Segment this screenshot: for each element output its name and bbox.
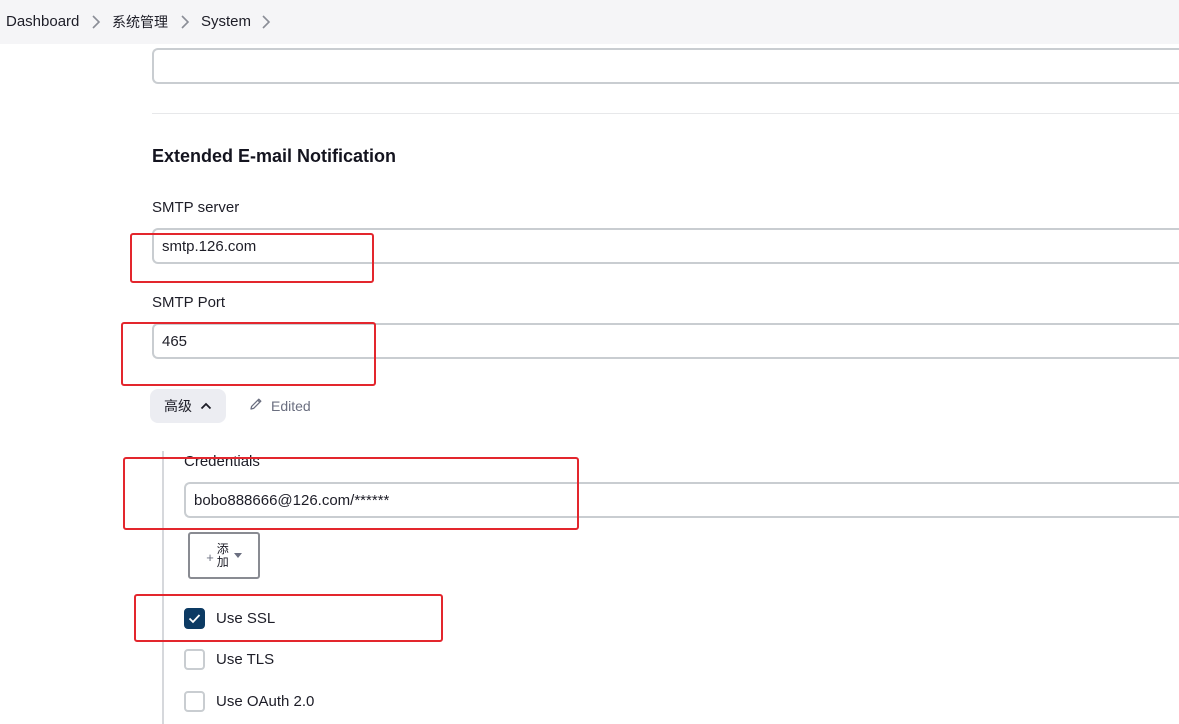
- advanced-toggle-button[interactable]: 高级: [150, 389, 226, 423]
- use-tls-checkbox[interactable]: [184, 649, 205, 670]
- pencil-icon: [248, 396, 264, 415]
- breadcrumb-item-manage[interactable]: 系统管理: [112, 12, 168, 32]
- smtp-server-label: SMTP server: [152, 199, 240, 216]
- breadcrumb-item-system[interactable]: System: [201, 12, 251, 32]
- use-ssl-label: Use SSL: [216, 609, 276, 627]
- edited-indicator: Edited: [248, 396, 311, 415]
- breadcrumb-item-dashboard[interactable]: Dashboard: [6, 12, 79, 32]
- advanced-button-label: 高级: [164, 398, 192, 414]
- caret-down-icon: [233, 553, 242, 558]
- smtp-server-value: smtp.126.com: [162, 237, 257, 255]
- section-title: Extended E-mail Notification: [152, 146, 397, 166]
- use-ssl-option[interactable]: Use SSL: [184, 608, 275, 629]
- section-divider: [152, 113, 1179, 114]
- use-oauth-option[interactable]: Use OAuth 2.0: [184, 691, 314, 712]
- advanced-panel-border: [162, 451, 164, 724]
- chevron-right-icon: [259, 13, 273, 31]
- add-credentials-button[interactable]: + 添加: [188, 532, 260, 579]
- use-ssl-checkbox[interactable]: [184, 608, 205, 629]
- jenkins-system-config-page: Dashboard 系统管理 System Extended E-mail No…: [0, 0, 1179, 724]
- highlight-use-ssl: [134, 594, 443, 642]
- credentials-select[interactable]: bobo888666@126.com/******: [184, 482, 1179, 518]
- plus-icon: +: [206, 550, 214, 565]
- credentials-value: bobo888666@126.com/******: [194, 491, 390, 509]
- smtp-port-value: 465: [162, 332, 188, 350]
- chevron-right-icon: [178, 13, 192, 31]
- chevron-right-icon: [89, 13, 103, 31]
- breadcrumb: Dashboard 系统管理 System: [0, 0, 1179, 44]
- previous-section-input[interactable]: [152, 48, 1179, 84]
- check-icon: [188, 614, 201, 624]
- use-oauth-label: Use OAuth 2.0: [216, 692, 315, 710]
- smtp-server-input[interactable]: smtp.126.com: [152, 228, 1179, 264]
- credentials-label: Credentials: [184, 453, 260, 470]
- chevron-up-icon: [200, 398, 212, 414]
- smtp-port-input[interactable]: 465: [152, 323, 1179, 359]
- use-tls-option[interactable]: Use TLS: [184, 649, 274, 670]
- add-button-label: 添加: [216, 541, 229, 569]
- use-tls-label: Use TLS: [216, 650, 275, 668]
- edited-label: Edited: [271, 397, 311, 414]
- use-oauth-checkbox[interactable]: [184, 691, 205, 712]
- smtp-port-label: SMTP Port: [152, 294, 226, 311]
